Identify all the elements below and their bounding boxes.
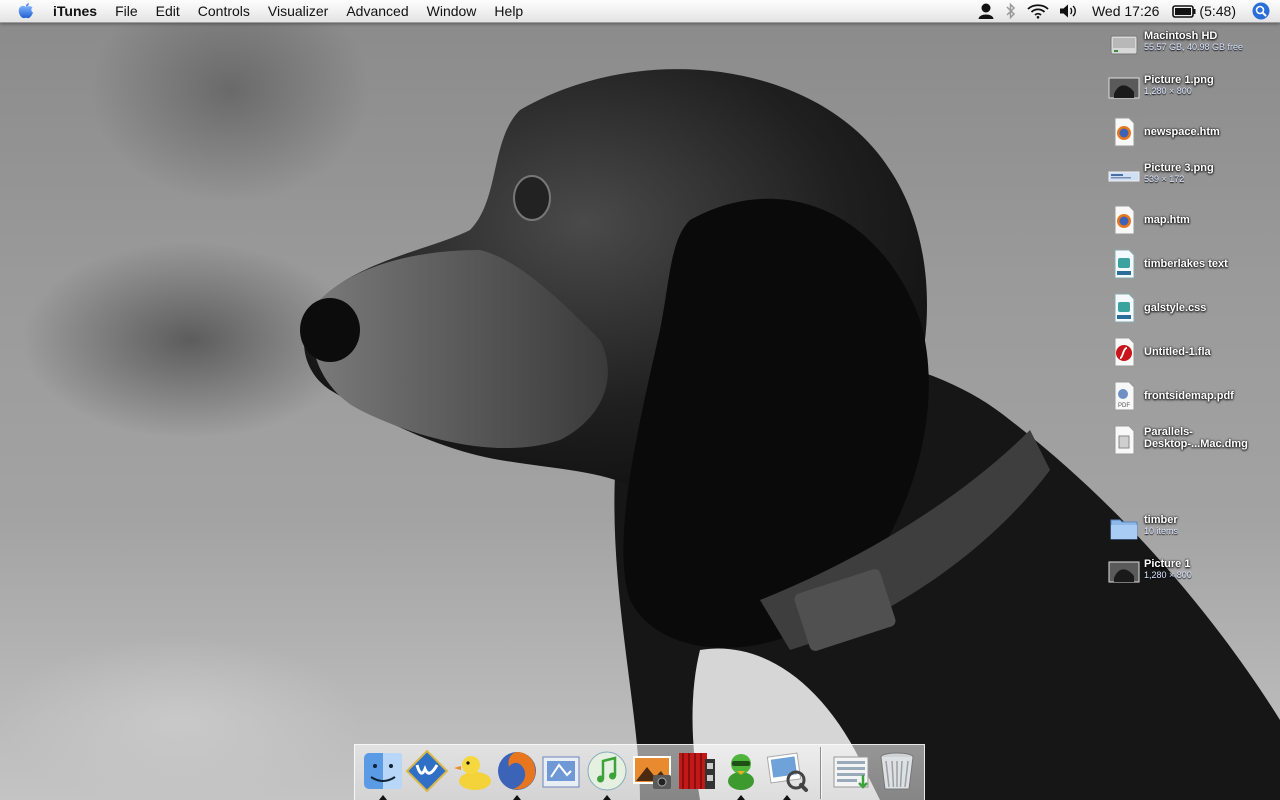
running-indicator	[737, 795, 745, 800]
desktop-item-name: Picture 3.png	[1144, 162, 1214, 174]
folder-icon	[1108, 512, 1140, 544]
firefox-icon	[498, 752, 536, 790]
dock-adium[interactable]	[451, 749, 495, 793]
menu-app-itunes[interactable]: iTunes	[44, 0, 106, 22]
dock-itunes[interactable]	[585, 749, 629, 793]
flash-document-icon	[1108, 336, 1140, 368]
image-thumbnail-icon	[1108, 72, 1140, 104]
dock	[354, 744, 925, 800]
dock-cyberduck[interactable]	[719, 749, 763, 793]
disk-image-icon	[1108, 424, 1140, 456]
desktop-item-detail: 1,280 × 800	[1144, 570, 1192, 580]
desktop-item-picture-3-png[interactable]: Picture 3.png 539 × 172	[1108, 160, 1280, 194]
running-indicator	[379, 795, 387, 800]
desktop-item-name: frontsidemap.pdf	[1144, 390, 1234, 402]
battery-icon	[1172, 4, 1196, 18]
menu-edit[interactable]: Edit	[147, 0, 189, 22]
dock-front-row[interactable]	[675, 749, 719, 793]
image-thumbnail-icon	[1108, 160, 1140, 192]
dock-iphoto[interactable]	[631, 749, 675, 793]
trash-icon	[880, 752, 914, 790]
image-thumbnail-icon	[1108, 556, 1140, 588]
iphoto-icon	[633, 756, 671, 789]
dashboard-icon	[405, 749, 449, 793]
desktop-item-newspace-htm[interactable]: newspace.htm	[1108, 116, 1280, 150]
battery-status[interactable]: (5:48)	[1167, 0, 1246, 22]
svg-text:PDF: PDF	[1118, 403, 1130, 409]
firefox-document-icon	[1108, 204, 1140, 236]
dock-preview[interactable]	[765, 749, 809, 793]
running-indicator	[513, 795, 521, 800]
hard-drive-icon	[1108, 28, 1140, 60]
desktop-item-name: Macintosh HD	[1144, 30, 1218, 42]
front-row-icon	[679, 753, 715, 789]
desktop-item-name: timber	[1144, 514, 1178, 526]
desktop-item-timberlakes-text[interactable]: timberlakes text	[1108, 248, 1280, 282]
finder-icon	[364, 753, 402, 789]
desktop-item-name-line2: Desktop-...Mac.dmg	[1144, 438, 1248, 450]
dock-mail[interactable]	[539, 749, 583, 793]
running-indicator	[783, 795, 791, 800]
dock-finder[interactable]	[361, 749, 405, 793]
desktop-wallpaper	[0, 0, 1280, 800]
desktop-item-name: Untitled-1.fla	[1144, 346, 1211, 358]
dock-trash[interactable]	[875, 749, 919, 793]
menubar-clock[interactable]: Wed 17:26	[1084, 0, 1167, 22]
desktop-item-detail: 55.57 GB, 40.98 GB free	[1144, 42, 1244, 52]
menu-bar: iTunes File Edit Controls Visualizer Adv…	[0, 0, 1280, 23]
menu-visualizer[interactable]: Visualizer	[259, 0, 337, 22]
apple-menu-icon[interactable]	[16, 2, 36, 20]
menu-advanced[interactable]: Advanced	[337, 0, 417, 22]
desktop-item-frontsidemap-pdf[interactable]: PDF frontsidemap.pdf	[1108, 380, 1280, 414]
wifi-icon[interactable]	[1022, 0, 1054, 22]
desktop-item-map-htm[interactable]: map.htm	[1108, 204, 1280, 238]
desktop-item-name: map.htm	[1144, 214, 1190, 226]
dock-downloads-stack[interactable]	[831, 749, 875, 793]
itunes-icon	[587, 751, 627, 791]
adium-duck-icon	[454, 756, 491, 790]
desktop-item-name: Picture 1	[1144, 558, 1191, 570]
desktop-item-name: galstyle.css	[1144, 302, 1207, 314]
text-document-icon	[1108, 248, 1140, 280]
desktop-item-detail: 10 items	[1144, 526, 1179, 536]
dock-dashboard[interactable]	[405, 749, 449, 793]
desktop-item-picture-1[interactable]: Picture 1 1,280 × 800	[1108, 556, 1280, 590]
desktop-item-timber-folder[interactable]: timber 10 items	[1108, 512, 1280, 546]
desktop-item-detail: 539 × 172	[1144, 174, 1185, 184]
desktop-item-name: newspace.htm	[1144, 126, 1220, 138]
spotlight-icon[interactable]	[1246, 0, 1280, 22]
cyberduck-icon	[728, 754, 754, 790]
volume-icon[interactable]	[1054, 0, 1084, 22]
pdf-document-icon: PDF	[1108, 380, 1140, 412]
dock-firefox[interactable]	[495, 749, 539, 793]
text-document-icon	[1108, 292, 1140, 324]
menu-file[interactable]: File	[106, 0, 147, 22]
downloads-stack-icon	[833, 756, 869, 789]
dock-separator	[820, 747, 821, 799]
desktop-item-galstyle-css[interactable]: galstyle.css	[1108, 292, 1280, 326]
desktop-item-macintosh-hd[interactable]: Macintosh HD 55.57 GB, 40.98 GB free	[1108, 28, 1280, 62]
dog-wallpaper-image	[300, 69, 1280, 800]
desktop-item-name: timberlakes text	[1144, 258, 1228, 270]
firefox-document-icon	[1108, 116, 1140, 148]
bluetooth-icon[interactable]	[1000, 0, 1022, 22]
desktop-item-detail: 1,280 × 800	[1144, 86, 1192, 96]
desktop-item-parallels-dmg[interactable]: Parallels- Desktop-...Mac.dmg	[1108, 424, 1280, 458]
desktop-item-name: Parallels-	[1144, 426, 1193, 438]
running-indicator	[603, 795, 611, 800]
mail-icon	[542, 756, 580, 788]
desktop-item-picture-1-png[interactable]: Picture 1.png 1,280 × 800	[1108, 72, 1280, 106]
user-silhouette-icon[interactable]	[972, 0, 1000, 22]
desktop-item-untitled-1-fla[interactable]: Untitled-1.fla	[1108, 336, 1280, 370]
menu-controls[interactable]: Controls	[189, 0, 259, 22]
menu-window[interactable]: Window	[418, 0, 486, 22]
preview-icon	[766, 752, 808, 792]
menu-help[interactable]: Help	[485, 0, 532, 22]
battery-time-remaining: (5:48)	[1199, 3, 1236, 19]
desktop-item-name: Picture 1.png	[1144, 74, 1214, 86]
